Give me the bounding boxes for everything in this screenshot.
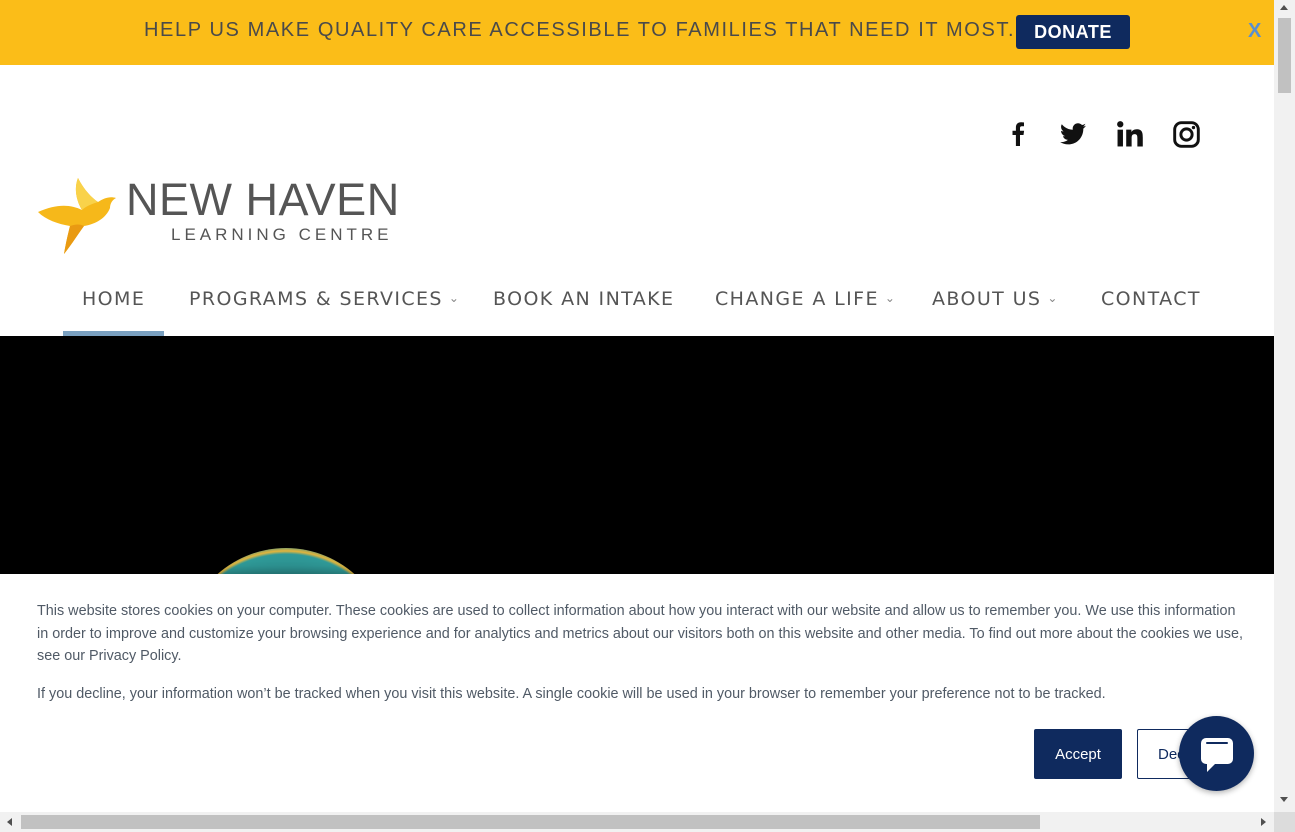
instagram-icon[interactable] [1170,118,1202,150]
chevron-down-icon: ⌄ [884,290,897,305]
cookie-decline-text: If you decline, your information won’t b… [37,686,1106,702]
scroll-left-arrow-icon[interactable] [7,818,12,826]
nav-label: CONTACT [1101,288,1201,310]
scroll-right-arrow-icon[interactable] [1261,818,1266,826]
horizontal-scrollbar[interactable] [0,812,1274,832]
facebook-icon[interactable] [1002,118,1034,150]
page-viewport: HELP US MAKE QUALITY CARE ACCESSIBLE TO … [0,0,1274,812]
vertical-scrollbar[interactable] [1274,0,1295,812]
cookie-notice-text: This website stores cookies on your comp… [37,603,1243,664]
chat-icon [1200,737,1233,772]
scrollbar-corner [1274,812,1295,832]
chevron-down-icon: ⌄ [1047,290,1059,305]
nav-label: ABOUT US [932,288,1042,310]
nav-label: PROGRAMS & SERVICES [189,288,443,310]
accept-cookies-button[interactable]: Accept [1034,729,1122,779]
horizontal-scroll-thumb[interactable] [21,815,1040,829]
bird-logo-icon [38,178,116,254]
site-logo[interactable]: NEW HAVEN LEARNING CENTRE [36,172,416,257]
nav-item-programs-services[interactable]: PROGRAMS & SERVICES ⌄ [189,288,460,310]
nav-item-book-an-intake[interactable]: BOOK AN INTAKE [493,288,674,310]
chevron-down-icon: ⌄ [448,290,461,305]
scroll-down-arrow-icon[interactable] [1280,797,1288,802]
nav-label: CHANGE A LIFE [715,288,879,310]
social-links [0,118,1274,152]
main-navigation: HOME PROGRAMS & SERVICES ⌄ BOOK AN INTAKE… [0,280,1274,336]
donate-button[interactable]: DONATE [1016,15,1130,49]
nav-item-home[interactable]: HOME [82,288,145,310]
nav-item-about-us[interactable]: ABOUT US ⌄ [932,288,1059,310]
cookie-consent-banner: This website stores cookies on your comp… [0,574,1274,812]
vertical-scroll-thumb[interactable] [1278,18,1291,93]
nav-item-change-a-life[interactable]: CHANGE A LIFE ⌄ [715,288,896,310]
close-banner-button[interactable]: X [1248,20,1261,43]
nav-label: HOME [82,288,146,310]
logo-wordmark: NEW HAVEN [126,174,400,225]
nav-label: BOOK AN INTAKE [493,288,675,310]
announcement-bar: HELP US MAKE QUALITY CARE ACCESSIBLE TO … [0,0,1274,65]
logo-subtitle: LEARNING CENTRE [171,225,393,244]
announcement-text: HELP US MAKE QUALITY CARE ACCESSIBLE TO … [144,19,1016,41]
linkedin-icon[interactable] [1114,118,1146,150]
nav-item-contact[interactable]: CONTACT [1101,288,1201,310]
chat-launcher-button[interactable] [1179,716,1254,791]
twitter-icon[interactable] [1057,118,1089,150]
scroll-up-arrow-icon[interactable] [1280,5,1288,10]
